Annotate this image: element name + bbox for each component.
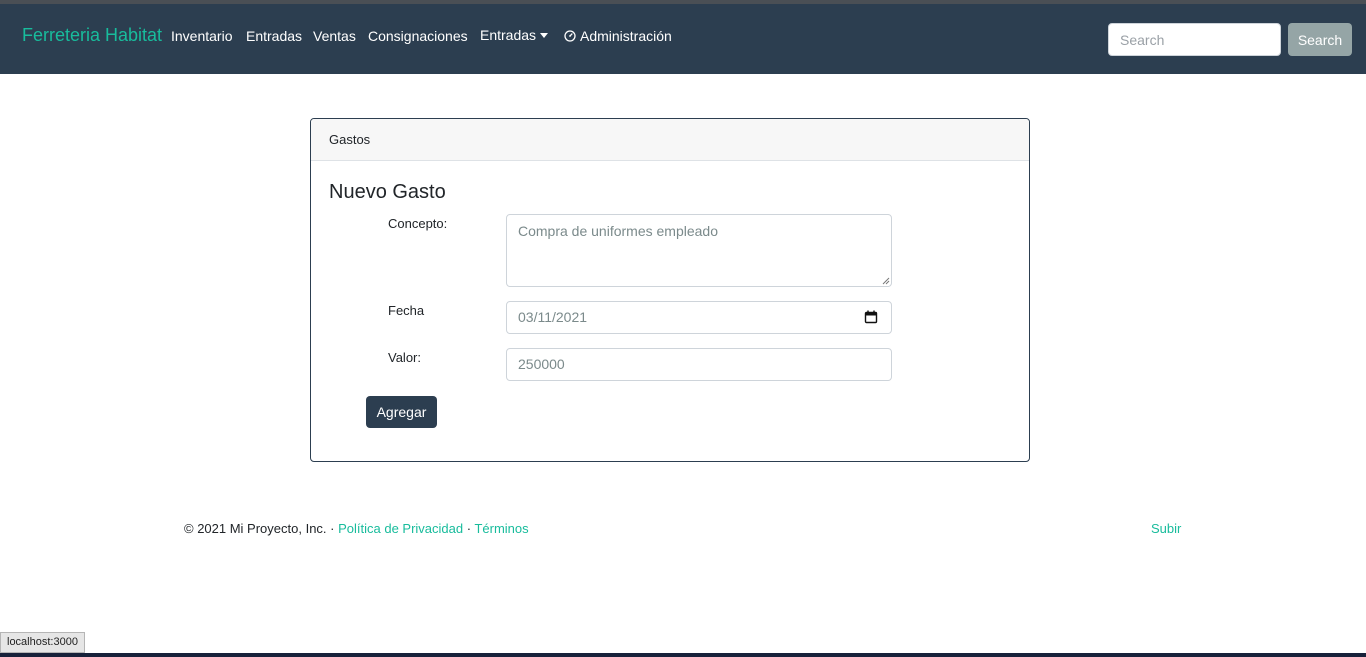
calendar-icon[interactable] bbox=[864, 310, 878, 324]
nav-dropdown-entradas[interactable]: Entradas bbox=[480, 27, 549, 43]
concepto-label: Concepto: bbox=[388, 216, 448, 231]
nav-link-consignaciones[interactable]: Consignaciones bbox=[368, 28, 468, 44]
footer-copyright: © 2021 Mi Proyecto, Inc. · bbox=[184, 521, 339, 536]
dashboard-icon bbox=[564, 30, 576, 42]
fecha-label: Fecha bbox=[388, 303, 425, 318]
back-to-top-link[interactable]: Subir bbox=[1151, 521, 1181, 536]
nav-link-entradas[interactable]: Entradas bbox=[246, 28, 302, 44]
fecha-date-input[interactable]: 03/11/2021 bbox=[506, 301, 892, 334]
valor-value: 250000 bbox=[518, 356, 565, 372]
agregar-button[interactable]: Agregar bbox=[366, 396, 437, 428]
nav-admin-label: Administración bbox=[580, 28, 672, 44]
fecha-value: 03/11/2021 bbox=[518, 309, 588, 325]
search-button[interactable]: Search bbox=[1288, 23, 1352, 56]
form-title: Nuevo Gasto bbox=[329, 181, 446, 203]
search-input[interactable] bbox=[1108, 23, 1281, 56]
nav-link-ventas[interactable]: Ventas bbox=[313, 28, 356, 44]
terms-link[interactable]: Términos bbox=[474, 521, 528, 536]
concepto-textarea[interactable]: Compra de uniformes empleado bbox=[506, 214, 892, 287]
gastos-card: Gastos Nuevo Gasto Concepto: Compra de u… bbox=[310, 118, 1030, 462]
nav-link-administracion[interactable]: Administración bbox=[564, 28, 672, 44]
footer-text: © 2021 Mi Proyecto, Inc. · Política de P… bbox=[184, 521, 529, 536]
footer-separator: · bbox=[463, 521, 475, 536]
valor-label: Valor: bbox=[388, 350, 421, 365]
nav-dropdown-label: Entradas bbox=[480, 27, 537, 43]
caret-down-icon bbox=[540, 32, 549, 38]
card-header: Gastos bbox=[311, 119, 1029, 161]
privacy-link[interactable]: Política de Privacidad bbox=[338, 521, 463, 536]
concepto-value: Compra de uniformes empleado bbox=[518, 223, 718, 239]
status-bar-url: localhost:3000 bbox=[0, 632, 85, 653]
nav-link-inventario[interactable]: Inventario bbox=[171, 28, 232, 44]
brand-link[interactable]: Ferreteria Habitat bbox=[22, 25, 162, 46]
resize-grip-icon[interactable] bbox=[882, 277, 890, 285]
navbar: Ferreteria Habitat Inventario Entradas V… bbox=[0, 4, 1366, 74]
valor-input[interactable]: 250000 bbox=[506, 348, 892, 381]
window-bottom-edge bbox=[0, 653, 1366, 657]
